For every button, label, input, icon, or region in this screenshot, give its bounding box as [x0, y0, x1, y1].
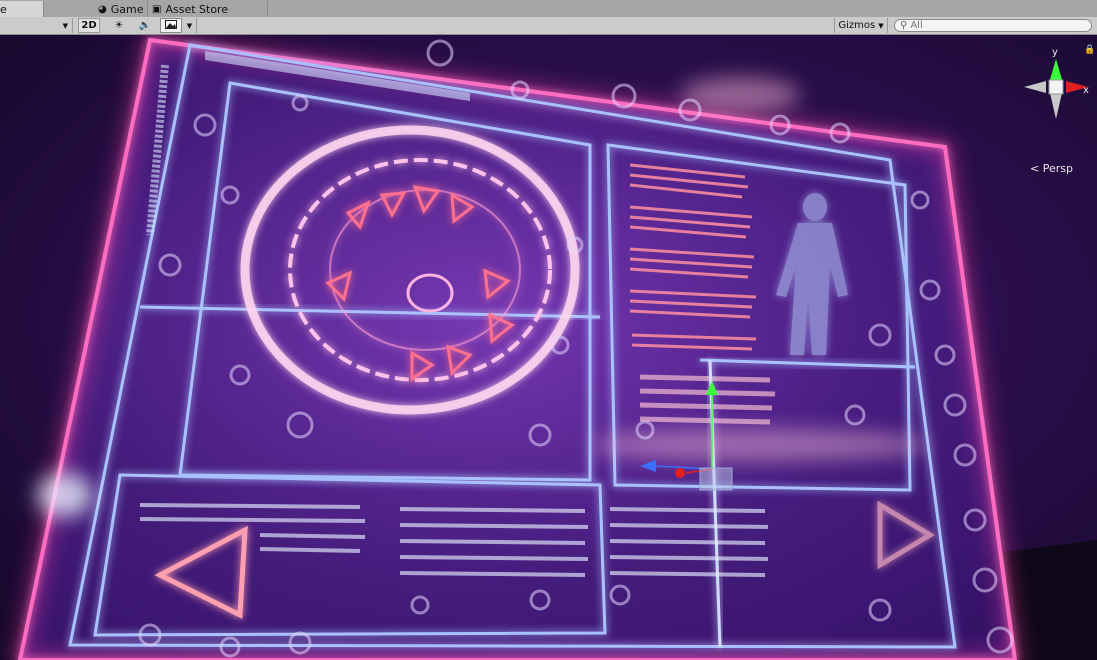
scene-toolbar: ▼ 2D ☀ 🔈 ▼ Gizmos ▼ ⚲ — [0, 17, 1097, 35]
tab-game-label: Game — [110, 2, 144, 16]
magnifier-icon: ⚲ — [900, 20, 908, 31]
gizmos-label: Gizmos — [838, 20, 876, 31]
audio-toggle[interactable]: 🔈 — [134, 18, 156, 33]
tab-scene-label: e — [0, 2, 7, 16]
lock-icon[interactable]: 🔒 — [1084, 45, 1095, 55]
glow-orb — [37, 473, 93, 517]
effects-dropdown[interactable]: ▼ — [183, 18, 197, 33]
move-gizmo-plane[interactable] — [699, 467, 733, 491]
axis-y-label: y — [1052, 47, 1058, 58]
gizmos-dropdown[interactable]: Gizmos ▼ — [834, 18, 888, 33]
axis-neg-x-cone[interactable] — [1024, 81, 1046, 93]
tab-asset-store[interactable]: ▣ Asset Store — [148, 1, 268, 17]
axis-neg-y-cone[interactable] — [1050, 93, 1062, 119]
pacman-icon: ◕ — [98, 3, 107, 15]
scene-viewport[interactable]: y x 🔒 < Persp — [0, 35, 1097, 660]
lighting-toggle[interactable]: ☀ — [108, 18, 130, 33]
scene-search[interactable]: ⚲ — [894, 19, 1092, 32]
shading-mode-dropdown[interactable]: ▼ — [0, 18, 73, 33]
chevron-down-icon: ▼ — [62, 21, 68, 30]
tab-game[interactable]: ◕ Game — [44, 1, 148, 17]
mode-2d-label: 2D — [81, 20, 97, 31]
bag-icon: ▣ — [152, 3, 162, 15]
mode-2d-button[interactable]: 2D — [78, 18, 100, 33]
axis-x-label: x — [1083, 85, 1089, 96]
search-input[interactable] — [907, 20, 1081, 31]
chevron-down-icon: ▼ — [878, 21, 884, 30]
chevron-left-icon: < — [1030, 162, 1040, 175]
scene-render: y x — [12, 35, 1097, 660]
haze-streak — [590, 429, 930, 461]
haze-top — [680, 77, 800, 113]
projection-label: Persp — [1042, 162, 1073, 175]
tab-asset-store-label: Asset Store — [165, 2, 229, 16]
sun-icon: ☀ — [114, 20, 124, 31]
effects-toggle[interactable] — [160, 18, 182, 33]
chevron-down-icon: ▼ — [186, 21, 193, 30]
axis-center-cube[interactable] — [1048, 79, 1064, 95]
tab-scene[interactable]: e — [0, 1, 44, 17]
image-icon — [165, 19, 177, 32]
editor-tab-strip: e ◕ Game ▣ Asset Store — [0, 0, 1097, 18]
move-gizmo-x-handle[interactable] — [675, 468, 685, 478]
projection-toggle[interactable]: < Persp — [1030, 162, 1073, 175]
axis-y-cone[interactable] — [1049, 59, 1063, 83]
unity-scene-window: e ◕ Game ▣ Asset Store ▼ 2D ☀ 🔈 ▼ Gizmos… — [0, 0, 1097, 660]
orientation-gizmo[interactable]: y x — [1024, 47, 1089, 119]
speaker-icon: 🔈 — [138, 20, 152, 31]
